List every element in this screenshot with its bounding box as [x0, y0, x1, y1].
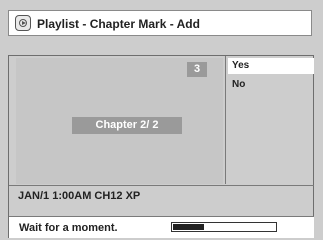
option-no[interactable]: No	[228, 77, 314, 93]
disc-icon	[15, 15, 31, 31]
page-title: Playlist - Chapter Mark - Add	[37, 17, 200, 31]
option-yes[interactable]: Yes	[228, 58, 314, 74]
progress-fill	[173, 224, 204, 230]
panel-divider	[225, 56, 226, 184]
status-message: Wait for a moment.	[19, 222, 118, 234]
dvd-osd-screen: Playlist - Chapter Mark - Add 3 Chapter …	[0, 0, 323, 240]
title-bar: Playlist - Chapter Mark - Add	[8, 10, 312, 36]
info-divider	[9, 185, 314, 186]
status-bar: Wait for a moment.	[9, 216, 314, 238]
recording-info: JAN/1 1:00AM CH12 XP	[18, 190, 141, 202]
option-menu: Yes No	[228, 58, 314, 96]
chapter-indicator: Chapter 2/ 2	[72, 117, 182, 134]
progress-bar	[171, 222, 277, 232]
chapter-count-badge: 3	[187, 62, 207, 77]
